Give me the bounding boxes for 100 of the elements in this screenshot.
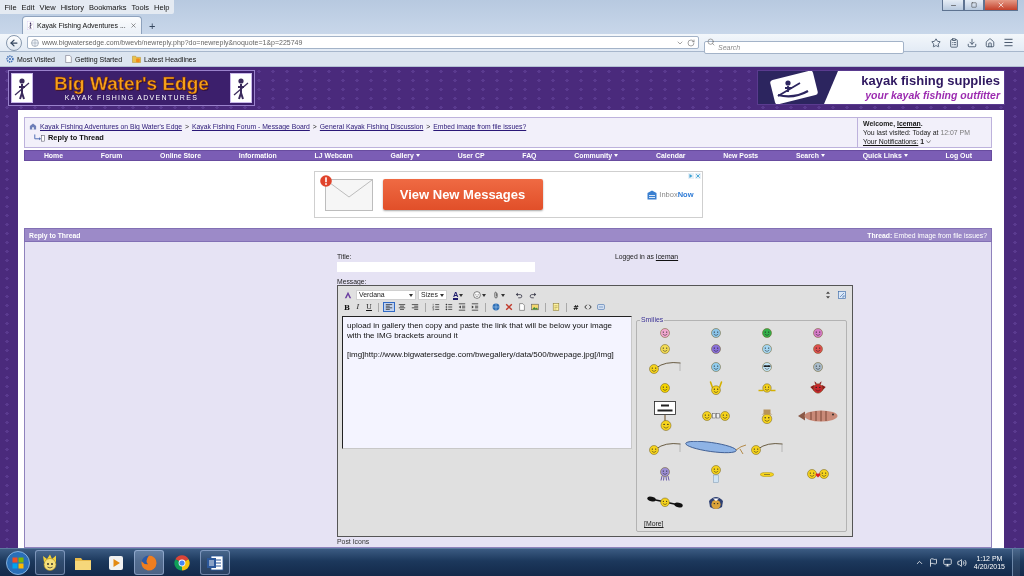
bullet-list-button[interactable] (443, 302, 455, 312)
indent-button[interactable] (469, 302, 481, 312)
arms-smiley-icon[interactable] (757, 382, 776, 393)
globe-link-icon (492, 303, 500, 311)
star-icon[interactable] (931, 37, 941, 48)
hat-smiley-icon[interactable] (760, 408, 773, 424)
smiley-face-icon[interactable] (660, 382, 671, 393)
redo-icon (529, 291, 538, 299)
kayaker-icon (230, 72, 252, 103)
image-icon (531, 303, 539, 311)
close-tab-icon[interactable] (130, 22, 137, 29)
title-input[interactable] (337, 262, 535, 272)
devil-smiley-icon[interactable] (809, 381, 826, 394)
show-hidden-icons-icon[interactable] (914, 558, 924, 567)
back-button[interactable] (6, 34, 22, 51)
unlink-button[interactable] (503, 302, 515, 312)
reply-arrow-icon (34, 133, 45, 142)
snippet-button[interactable] (595, 302, 607, 312)
segmented-circle-icon (173, 553, 191, 572)
fish-icon[interactable] (796, 409, 839, 423)
kayaker-sign-icon (758, 71, 838, 104)
taskbar-app-button[interactable] (200, 550, 230, 575)
close-window-button[interactable] (984, 0, 1018, 11)
smilies-button[interactable] (471, 290, 489, 300)
flag-icon[interactable] (928, 558, 938, 567)
smiley-face-icon[interactable] (660, 328, 671, 338)
flat-smiley-icon[interactable] (759, 471, 774, 477)
align-right-icon (411, 303, 419, 311)
code-icon (584, 303, 592, 311)
cartoon-icon (41, 553, 59, 572)
pedestal-smiley-icon[interactable] (711, 465, 722, 483)
align-center-button[interactable] (396, 302, 408, 312)
image-button[interactable] (529, 302, 541, 312)
document-button[interactable] (516, 302, 528, 312)
smiley-face-icon[interactable] (761, 344, 772, 354)
store-banner[interactable]: kayak fishing supplies your kayak fishing outfitter (757, 70, 1005, 105)
maximize-button[interactable] (964, 0, 984, 11)
reload-icon[interactable] (687, 38, 695, 47)
smiley-face-icon[interactable] (761, 328, 772, 338)
fishing-smiley-icon[interactable] (649, 441, 682, 455)
smiley-face-icon[interactable] (660, 344, 671, 354)
switch-mode-icon (838, 291, 846, 299)
outdent-icon (458, 303, 466, 311)
smiley-face-icon[interactable] (812, 344, 823, 354)
fishing-smiley-icon[interactable] (750, 441, 783, 455)
smiley-face-icon[interactable] (711, 362, 722, 372)
undo-icon (515, 291, 524, 299)
dropdown-icon[interactable] (926, 139, 932, 144)
kissing-smileys-icon[interactable] (806, 469, 829, 479)
octopus-icon[interactable] (660, 467, 671, 481)
caret-icon (482, 293, 487, 297)
smiley-face-icon[interactable] (711, 328, 722, 338)
smiley-face-icon[interactable] (812, 328, 823, 338)
toasting-smileys-icon[interactable] (702, 411, 731, 421)
menu-icon[interactable] (1003, 37, 1014, 48)
align-right-button[interactable] (409, 302, 421, 312)
start-button[interactable] (4, 549, 32, 576)
taskbar-app-button[interactable] (35, 550, 65, 575)
fishing-lure-icon[interactable] (685, 441, 748, 455)
sign-smiley-icon[interactable] (654, 401, 677, 431)
fishing-smiley-icon[interactable] (649, 360, 682, 374)
kayaker-favicon-icon (27, 21, 34, 30)
ad-close-icon[interactable] (694, 173, 701, 179)
fox-globe-icon (140, 553, 158, 572)
play-icon (107, 553, 125, 572)
paddle-smiley-icon[interactable] (647, 496, 684, 508)
caret-icon (415, 154, 420, 157)
page-icon (65, 55, 72, 63)
caret-icon (820, 154, 825, 157)
code-button[interactable] (582, 302, 594, 312)
volume-icon[interactable] (956, 557, 967, 568)
feed-folder-icon (132, 55, 142, 63)
clipboard-icon[interactable] (949, 37, 959, 48)
outdent-button[interactable] (456, 302, 468, 312)
ordered-list-button[interactable] (430, 302, 442, 312)
align-left-button[interactable] (383, 302, 395, 312)
link-button[interactable] (490, 302, 502, 312)
kayaker-icon (11, 72, 33, 103)
message-textarea[interactable]: upload in gallery then copy and paste the link that will be below your image with the IMG brackets around it [img]http://www.bigwatersedge.com/bwegallery/data/500/bwepage.jpg[/img] (342, 316, 632, 449)
resize-arrows-icon (824, 291, 832, 299)
home-icon[interactable] (985, 37, 995, 48)
globe-icon (31, 38, 39, 47)
network-icon[interactable] (942, 558, 952, 567)
new-tab-button[interactable]: + (145, 21, 160, 32)
smiley-icon (473, 291, 482, 299)
smiley-face-icon[interactable] (812, 362, 823, 372)
switch-mode-button[interactable] (836, 290, 848, 300)
back-arrow-icon (9, 37, 19, 48)
sunglasses-smiley-icon[interactable] (761, 362, 772, 372)
paperclip-icon (492, 291, 501, 299)
minimize-button[interactable] (942, 0, 964, 11)
document-icon (518, 303, 526, 311)
download-icon[interactable] (967, 37, 977, 48)
cheering-smiley-icon[interactable] (709, 380, 724, 395)
editor-logo-button[interactable] (342, 290, 354, 300)
quote-button[interactable] (550, 302, 562, 312)
message-text: upload in gallery then copy and paste the link that will be below your image with the IMG brackets around it (347, 321, 614, 341)
smiley-face-icon[interactable] (711, 344, 722, 354)
ad-info-icon[interactable] (687, 173, 694, 179)
show-desktop-button[interactable] (1012, 549, 1020, 576)
